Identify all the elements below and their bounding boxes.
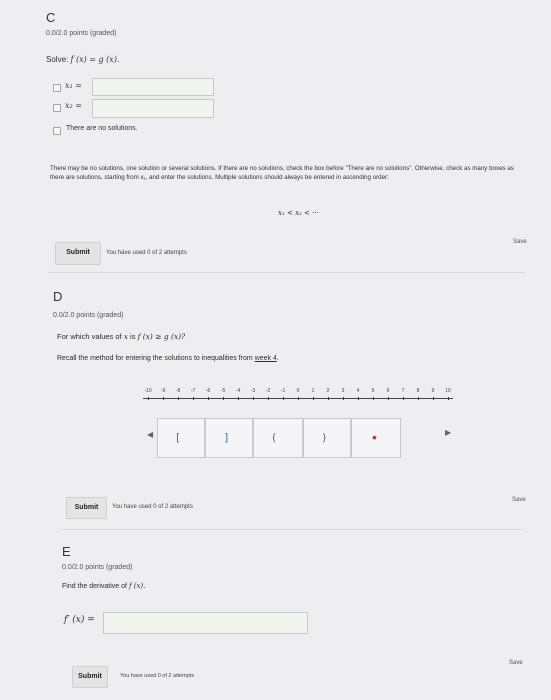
save-button-e[interactable]: Save	[509, 660, 523, 666]
question-e: Find the derivative of f (x).	[62, 582, 145, 590]
section-letter-d: D	[53, 289, 63, 304]
section-e-points: 0.0/2.0 points (graded)	[62, 564, 133, 571]
tick-label: -9	[160, 388, 166, 394]
closed-right-bracket-label: ]	[224, 431, 229, 444]
ordering-note: x₁ < x₂ < ···	[278, 209, 319, 217]
instructions-text: There may be no solutions, one solution …	[50, 165, 514, 181]
tick-label: 7	[401, 388, 405, 394]
derivative-label: f′ (x) =	[64, 615, 95, 625]
tick-label: 4	[356, 388, 360, 394]
solution-1-input[interactable]	[92, 78, 214, 96]
question-d-inequality: f (x) ≥ g (x)?	[137, 332, 186, 341]
open-left-paren-label: (	[272, 431, 277, 444]
solution-2-checkbox[interactable]	[53, 104, 61, 112]
submit-button-c[interactable]: Submit	[55, 242, 101, 265]
tick-label: -6	[205, 388, 211, 394]
scroll-left-icon[interactable]: ◀	[147, 430, 153, 439]
tick-label: -3	[250, 388, 256, 394]
section-divider	[48, 272, 525, 273]
recall-text: Recall the method for entering the solut…	[57, 355, 279, 362]
submit-button-e[interactable]: Submit	[72, 666, 108, 688]
section-d-points: 0.0/2.0 points (graded)	[53, 312, 124, 319]
closed-left-bracket-label: [	[176, 431, 181, 444]
solve-statement: Solve: f (x) = g (x).	[46, 55, 119, 64]
tick-label: 0	[296, 388, 300, 394]
tick-label: -2	[265, 388, 271, 394]
no-solutions-checkbox[interactable]	[53, 127, 61, 135]
tick-label: -1	[280, 388, 286, 394]
question-d: For which values of x is f (x) ≥ g (x)?	[57, 332, 185, 341]
recall-text-end: .	[276, 355, 279, 362]
tick-label: -4	[235, 388, 241, 394]
point-button[interactable]: •	[351, 418, 401, 458]
point-icon: •	[372, 429, 377, 445]
save-button-d[interactable]: Save	[512, 497, 526, 503]
question-e-prefix: Find the derivative of	[62, 583, 127, 590]
open-right-paren-button[interactable]: )	[303, 418, 351, 458]
interval-button-row: ◀ [ ] ( ) • ▶	[135, 418, 460, 458]
section-letter-c: C	[46, 10, 56, 25]
tick-label: 1	[311, 388, 315, 394]
solve-equation: f (x) = g (x).	[70, 55, 120, 64]
section-letter-e: E	[62, 544, 71, 559]
tick-label: 10	[445, 388, 451, 394]
question-d-var: x	[123, 332, 128, 341]
tick-label: 8	[416, 388, 420, 394]
attempts-e: You have used 0 of 2 attempts	[120, 673, 195, 679]
section-divider	[62, 529, 522, 530]
tick-label: 6	[386, 388, 390, 394]
solution-1-label: x₁ =	[65, 81, 82, 90]
save-button-c[interactable]: Save	[513, 239, 527, 245]
tick-label: 5	[371, 388, 375, 394]
question-d-prefix: For which values of	[57, 332, 122, 341]
week-4-link[interactable]: week 4	[255, 355, 277, 362]
no-solutions-label: There are no solutions.	[66, 125, 138, 132]
tick-label: -8	[175, 388, 181, 394]
question-d-mid: is	[130, 332, 136, 341]
attempts-d: You have used 0 of 2 attempts	[112, 504, 193, 510]
tick-label: 9	[431, 388, 435, 394]
section-c-points: 0.0/2.0 points (graded)	[46, 30, 117, 37]
question-e-func: f (x).	[128, 582, 146, 590]
recall-text-body: Recall the method for entering the solut…	[57, 355, 253, 362]
number-line-axis: -10 -9 -8 -7 -6 -5 -4 -3 -2 -1 0 1 2 3 4 5 6 7 8 9 10	[143, 388, 453, 400]
open-right-paren-label: )	[322, 431, 327, 444]
tick-label: 2	[326, 388, 330, 394]
axis-line	[143, 398, 453, 399]
closed-left-bracket-button[interactable]: [	[157, 418, 205, 458]
solution-2-input[interactable]	[92, 99, 214, 118]
submit-button-d[interactable]: Submit	[66, 497, 107, 519]
open-left-paren-button[interactable]: (	[253, 418, 303, 458]
tick-label: 3	[341, 388, 345, 394]
solve-prefix: Solve:	[46, 55, 69, 64]
tick-label: -7	[190, 388, 196, 394]
scroll-right-icon[interactable]: ▶	[445, 428, 451, 437]
tick-label: -5	[220, 388, 226, 394]
number-line-widget[interactable]: -10 -9 -8 -7 -6 -5 -4 -3 -2 -1 0 1 2 3 4 5 6 7 8 9 10 ◀ [ ] …	[135, 388, 460, 463]
solution-2-label: x₂ =	[65, 101, 82, 110]
closed-right-bracket-button[interactable]: ]	[205, 418, 253, 458]
solution-1-checkbox[interactable]	[53, 84, 61, 92]
derivative-input[interactable]	[103, 612, 308, 634]
attempts-c: You have used 0 of 2 attempts	[106, 250, 187, 256]
tick-label: -10	[144, 388, 152, 394]
